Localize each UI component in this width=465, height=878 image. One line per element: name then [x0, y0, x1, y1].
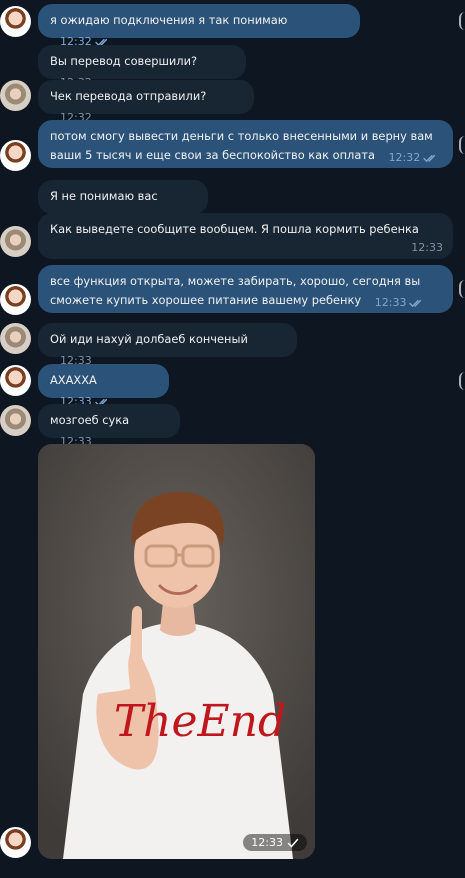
- read-ticks-icon: [423, 154, 436, 162]
- message-meta: 12:33: [375, 293, 426, 312]
- message-bubble-incoming[interactable]: мозгоеб сука 12:33: [38, 404, 180, 448]
- message-text: мозгоеб сука: [50, 413, 130, 427]
- message-bubble-outgoing[interactable]: я ожидаю подключения я так понимаю 12:32: [38, 4, 360, 48]
- avatar-self[interactable]: [0, 827, 31, 858]
- message-meta: 12:32: [389, 148, 440, 167]
- message-meta: 12:33: [50, 238, 443, 257]
- avatar-contact[interactable]: [0, 80, 31, 111]
- chat-history[interactable]: я ожидаю подключения я так понимаю 12:32…: [0, 0, 465, 878]
- message-bubble-incoming[interactable]: Чек перевода отправили? 12:32: [38, 80, 254, 124]
- message-bubble-incoming[interactable]: Я не понимаю вас 12:33: [38, 180, 208, 224]
- message-bubble-outgoing[interactable]: потом смогу вывести деньги с только внес…: [38, 120, 453, 168]
- message-text: Чек перевода отправили?: [50, 89, 207, 103]
- message-bubble-incoming[interactable]: Ой иди нахуй долбаеб конченый 12:33: [38, 323, 297, 367]
- message-time: 12:32: [388, 151, 421, 164]
- sent-check-icon: [287, 838, 299, 848]
- selection-edge: [459, 136, 465, 154]
- message-text: я ожидаю подключения я так понимаю: [50, 13, 288, 27]
- photo-message[interactable]: TheEnd 12:33: [38, 444, 315, 859]
- message-text: все функция открыта, можете забирать, хо…: [50, 274, 421, 307]
- message-bubble-outgoing[interactable]: АХАХХА 12:33: [38, 364, 169, 408]
- avatar-self[interactable]: [0, 140, 31, 171]
- message-time: 12:33: [411, 241, 443, 254]
- photo-image: TheEnd: [38, 444, 315, 859]
- message-text: Вы перевод совершили?: [50, 54, 198, 68]
- selection-edge: [459, 12, 465, 30]
- avatar-self[interactable]: [0, 284, 31, 315]
- avatar-self[interactable]: [0, 365, 31, 396]
- message-bubble-incoming[interactable]: Как выведете сообщите вообщем. Я пошла к…: [38, 213, 453, 259]
- selection-edge: [459, 372, 465, 390]
- message-bubble-outgoing[interactable]: все функция открыта, можете забирать, хо…: [38, 265, 453, 313]
- message-text: потом смогу вывести деньги с только внес…: [50, 129, 433, 162]
- avatar-contact[interactable]: [0, 226, 31, 257]
- message-text: Ой иди нахуй долбаеб конченый: [50, 332, 248, 346]
- shirt-print: TheEnd: [114, 696, 286, 747]
- message-time: 12:33: [251, 836, 283, 849]
- avatar-contact[interactable]: [0, 405, 31, 436]
- read-ticks-icon: [409, 299, 422, 307]
- photo-time-badge: 12:33: [243, 834, 307, 851]
- message-time: 12:33: [374, 296, 407, 309]
- avatar-contact[interactable]: [0, 323, 31, 354]
- message-text: АХАХХА: [50, 373, 97, 387]
- selection-edge: [459, 280, 465, 298]
- avatar-self[interactable]: [0, 6, 31, 37]
- message-text: Я не понимаю вас: [50, 189, 158, 203]
- message-text: Как выведете сообщите вообщем. Я пошла к…: [50, 222, 419, 236]
- message-bubble-incoming[interactable]: Вы перевод совершили? 12:32: [38, 45, 246, 89]
